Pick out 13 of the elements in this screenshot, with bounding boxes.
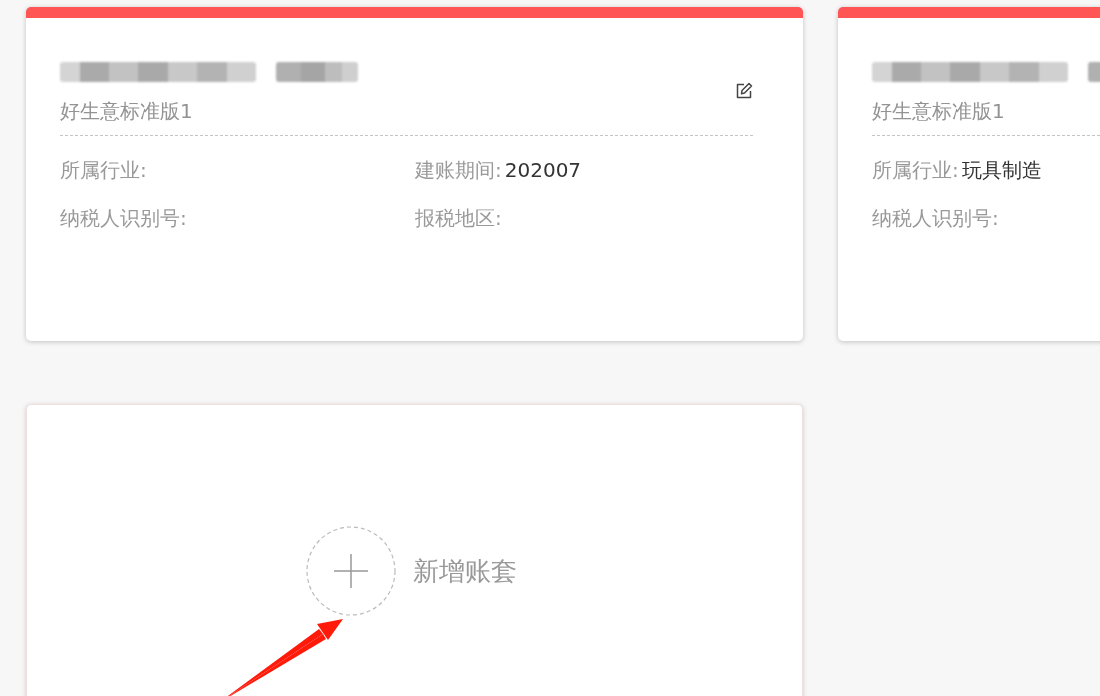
field-label: 报税地区:: [415, 206, 502, 230]
field-value: 202007: [504, 158, 582, 182]
edit-icon[interactable]: [735, 82, 753, 100]
field-label: 所属行业:: [872, 158, 959, 182]
field-label: 纳税人识别号:: [60, 206, 187, 230]
field-label: 建账期间:: [415, 158, 502, 182]
edition-label: 好生意标准版1: [872, 100, 1005, 122]
plus-circle-icon: [306, 526, 396, 616]
field-value: 玩具制造: [961, 158, 1042, 182]
field-label: 所属行业:: [60, 158, 147, 182]
add-account-set-card[interactable]: 新增账套: [26, 404, 803, 696]
edition-label: 好生意标准版1: [60, 100, 193, 122]
field-label: 纳税人识别号:: [872, 206, 999, 230]
